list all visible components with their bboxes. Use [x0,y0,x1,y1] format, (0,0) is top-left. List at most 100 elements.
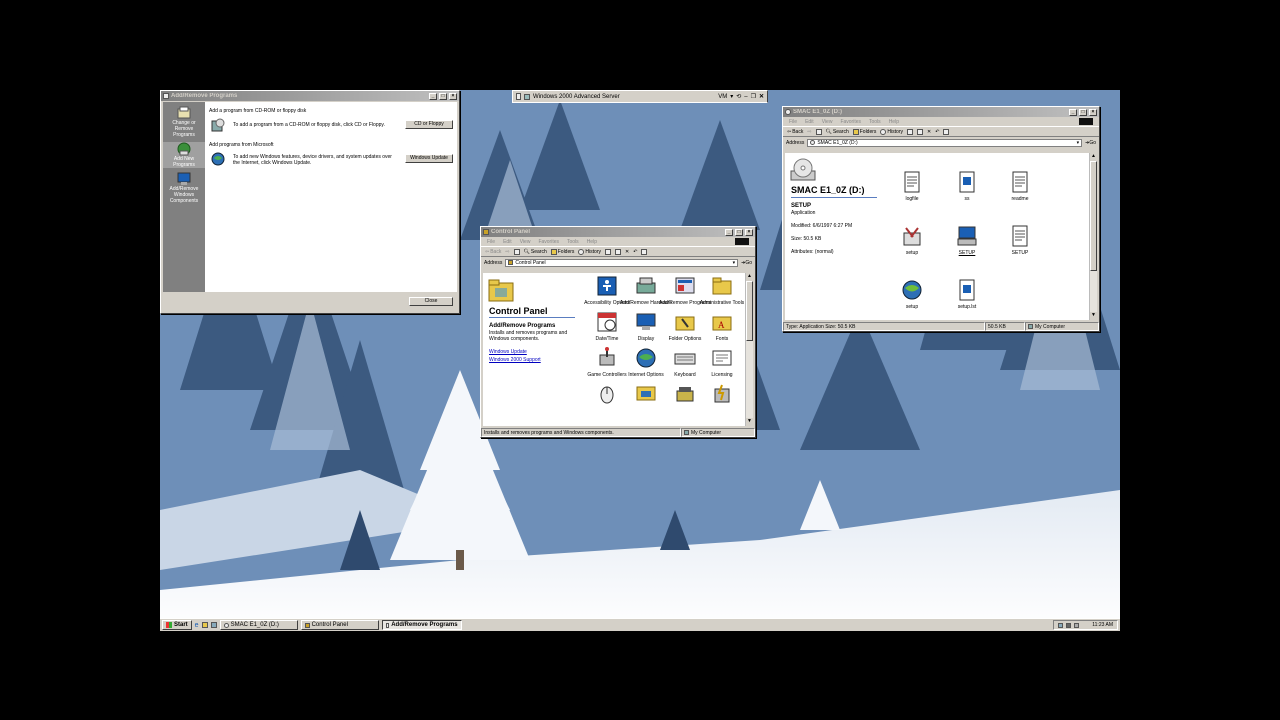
minimize-button[interactable]: _ [429,92,437,100]
menu-favorites[interactable]: Favorites [538,239,559,245]
history-button[interactable]: History [880,128,903,135]
cp-item-power-options[interactable] [701,383,743,408]
close-dialog-button[interactable]: Close [409,297,453,306]
forward-icon[interactable]: ⇨ [807,129,811,135]
menu-file[interactable]: File [487,239,495,245]
vm-tools-tray-icon[interactable] [1074,622,1080,628]
cp-item-display[interactable]: Display [625,311,667,342]
menu-view[interactable]: View [822,119,833,125]
minimize-icon[interactable]: – [744,94,747,100]
vertical-scrollbar[interactable]: ▲ ▼ [745,273,753,426]
search-button[interactable]: 🔍︎ Search [826,129,849,135]
file-item[interactable]: SETUP [999,225,1041,256]
sidebar-item-add-new[interactable]: Add New Programs [163,142,205,168]
menu-edit[interactable]: Edit [503,239,512,245]
maximize-button[interactable]: □ [439,92,447,100]
chevron-down-icon[interactable]: ▾ [733,260,736,266]
go-button[interactable]: ➜Go [741,260,752,266]
minimize-button[interactable]: _ [725,228,733,236]
cp-item-internet-options[interactable]: Internet Options [625,347,667,378]
views-icon[interactable] [641,248,648,255]
cd-floppy-button[interactable]: CD or Floppy [405,120,453,129]
control-panel-titlebar[interactable]: Control Panel _ □ × [481,227,755,237]
chevron-down-icon[interactable]: ▾ [1077,140,1080,146]
copy-to-icon[interactable] [614,248,621,255]
scroll-down-arrow[interactable]: ▼ [746,418,753,426]
volume-tray-icon[interactable] [1066,622,1072,628]
folders-button[interactable]: Folders [852,128,876,135]
forward-icon[interactable]: ⇨ [505,249,509,255]
restore-window-icon[interactable]: ❐ [751,93,756,100]
menu-favorites[interactable]: Favorites [840,119,861,125]
move-to-icon[interactable] [604,248,611,255]
close-button[interactable]: × [745,228,753,236]
file-item[interactable]: setup [891,225,933,256]
cp-item-phone-modem[interactable] [664,383,706,408]
file-item[interactable]: setup.lst [946,279,988,310]
scroll-up-arrow[interactable]: ▲ [1090,153,1097,161]
task-smac[interactable]: SMAC E1_0Z (D:) [219,620,298,630]
menu-help[interactable]: Help [587,239,597,245]
smac-titlebar[interactable]: SMAC E1_0Z (D:) _ □ × [783,107,1099,117]
file-item[interactable]: ss [946,171,988,202]
cp-item-fonts[interactable]: A Fonts [701,311,743,342]
quicklaunch-explorer-icon[interactable] [201,622,208,628]
start-button[interactable]: Start [162,620,192,630]
sidebar-item-change-remove[interactable]: Change or Remove Programs [163,106,205,138]
quicklaunch-ie-icon[interactable]: e [195,622,199,629]
copy-to-icon[interactable] [916,128,923,135]
link-windows-support[interactable]: Windows 2000 Support [489,357,541,363]
cp-item-mouse[interactable] [586,383,628,408]
scroll-up-arrow[interactable]: ▲ [746,273,753,281]
close-button[interactable]: × [1089,108,1097,116]
cp-item-licensing[interactable]: Licensing [701,347,743,378]
task-add-remove[interactable]: Add/Remove Programs [381,620,462,630]
vm-menu[interactable]: VM [718,94,727,100]
cp-item-folder-options[interactable]: Folder Options [664,311,706,342]
scroll-thumb[interactable] [1090,161,1097,271]
views-icon[interactable] [943,128,950,135]
delete-icon[interactable]: ✕ [927,129,931,135]
back-button[interactable]: ⇦ Back [485,249,501,255]
vertical-scrollbar[interactable]: ▲ ▼ [1089,153,1097,320]
maximize-button[interactable]: □ [735,228,743,236]
undo-icon[interactable]: ↶ [935,129,939,135]
up-folder-icon[interactable] [513,248,520,255]
cp-item-game-controllers[interactable]: Game Controllers [586,347,628,378]
close-icon[interactable]: ✕ [759,93,764,100]
address-input[interactable]: SMAC E1_0Z (D:) ▾ [807,138,1083,147]
undo-icon[interactable]: ↶ [633,249,637,255]
windows-update-button[interactable]: Windows Update [405,154,453,163]
menu-view[interactable]: View [520,239,531,245]
network-tray-icon[interactable] [1058,622,1064,628]
menu-edit[interactable]: Edit [805,119,814,125]
go-button[interactable]: ➜Go [1085,140,1096,146]
move-to-icon[interactable] [906,128,913,135]
cp-item-admin-tools[interactable]: Administrative Tools [700,275,744,306]
cp-item-network[interactable] [625,383,667,408]
chevron-down-icon[interactable]: ▾ [730,93,733,100]
cp-item-datetime[interactable]: Date/Time [586,311,628,342]
folders-button[interactable]: Folders [550,248,574,255]
address-input[interactable]: Control Panel ▾ [505,258,739,267]
task-control-panel[interactable]: Control Panel [300,620,379,630]
vm-host-titlebar[interactable]: Windows 2000 Advanced Server VM ▾ ⟲ – ❐ … [512,90,768,103]
file-item[interactable]: setup [891,279,933,310]
scroll-thumb[interactable] [746,281,753,341]
menu-file[interactable]: File [789,119,797,125]
add-remove-titlebar[interactable]: Add/Remove Programs _ □ × [161,91,459,101]
menu-tools[interactable]: Tools [567,239,579,245]
pin-icon[interactable] [516,93,521,100]
restore-icon[interactable]: ⟲ [736,93,741,100]
menu-help[interactable]: Help [889,119,899,125]
scroll-down-arrow[interactable]: ▼ [1090,312,1097,320]
menu-tools[interactable]: Tools [869,119,881,125]
link-windows-update[interactable]: Windows Update [489,349,527,355]
back-button[interactable]: ⇦ Back [787,129,803,135]
sidebar-item-windows-components[interactable]: Add/Remove Windows Components [163,172,205,204]
delete-icon[interactable]: ✕ [625,249,629,255]
file-item[interactable]: SETUP [946,225,988,256]
maximize-button[interactable]: □ [1079,108,1087,116]
up-folder-icon[interactable] [815,128,822,135]
minimize-button[interactable]: _ [1069,108,1077,116]
